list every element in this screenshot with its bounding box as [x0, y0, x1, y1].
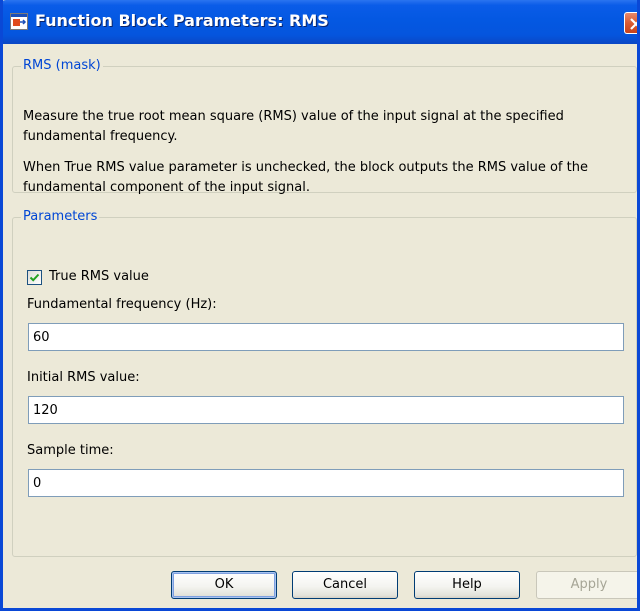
apply-button[interactable]: Apply: [536, 571, 637, 599]
mask-description-text-1: Measure the true root mean square (RMS) …: [23, 109, 564, 144]
initial-rms-label: Initial RMS value:: [27, 370, 140, 385]
parameters-group: Parameters True RMS value Fundamental fr…: [12, 209, 637, 557]
sample-time-input[interactable]: [28, 469, 624, 497]
fundamental-frequency-input[interactable]: [28, 323, 624, 351]
title-bar[interactable]: Function Block Parameters: RMS: [3, 0, 637, 44]
sample-time-label: Sample time:: [27, 443, 114, 458]
dialog-window: Function Block Parameters: RMS RMS (mask…: [0, 0, 640, 611]
ok-button[interactable]: OK: [171, 571, 277, 599]
cancel-button[interactable]: Cancel: [292, 571, 398, 599]
window-title: Function Block Parameters: RMS: [35, 11, 329, 30]
true-rms-label[interactable]: True RMS value: [49, 269, 149, 285]
initial-rms-input[interactable]: [28, 396, 624, 424]
checkmark-icon: [29, 273, 40, 282]
mask-group-legend: RMS (mask): [23, 58, 101, 73]
mask-description-text-2: When True RMS value parameter is uncheck…: [23, 160, 588, 195]
close-button[interactable]: [624, 12, 637, 34]
true-rms-checkbox[interactable]: [27, 270, 42, 285]
mask-description-group: RMS (mask) Measure the true root mean sq…: [12, 58, 637, 195]
parameters-group-legend: Parameters: [23, 209, 98, 224]
block-parameters-icon: [10, 13, 28, 30]
close-icon: [630, 18, 637, 30]
fundamental-frequency-label: Fundamental frequency (Hz):: [27, 297, 217, 312]
help-button[interactable]: Help: [414, 571, 520, 599]
